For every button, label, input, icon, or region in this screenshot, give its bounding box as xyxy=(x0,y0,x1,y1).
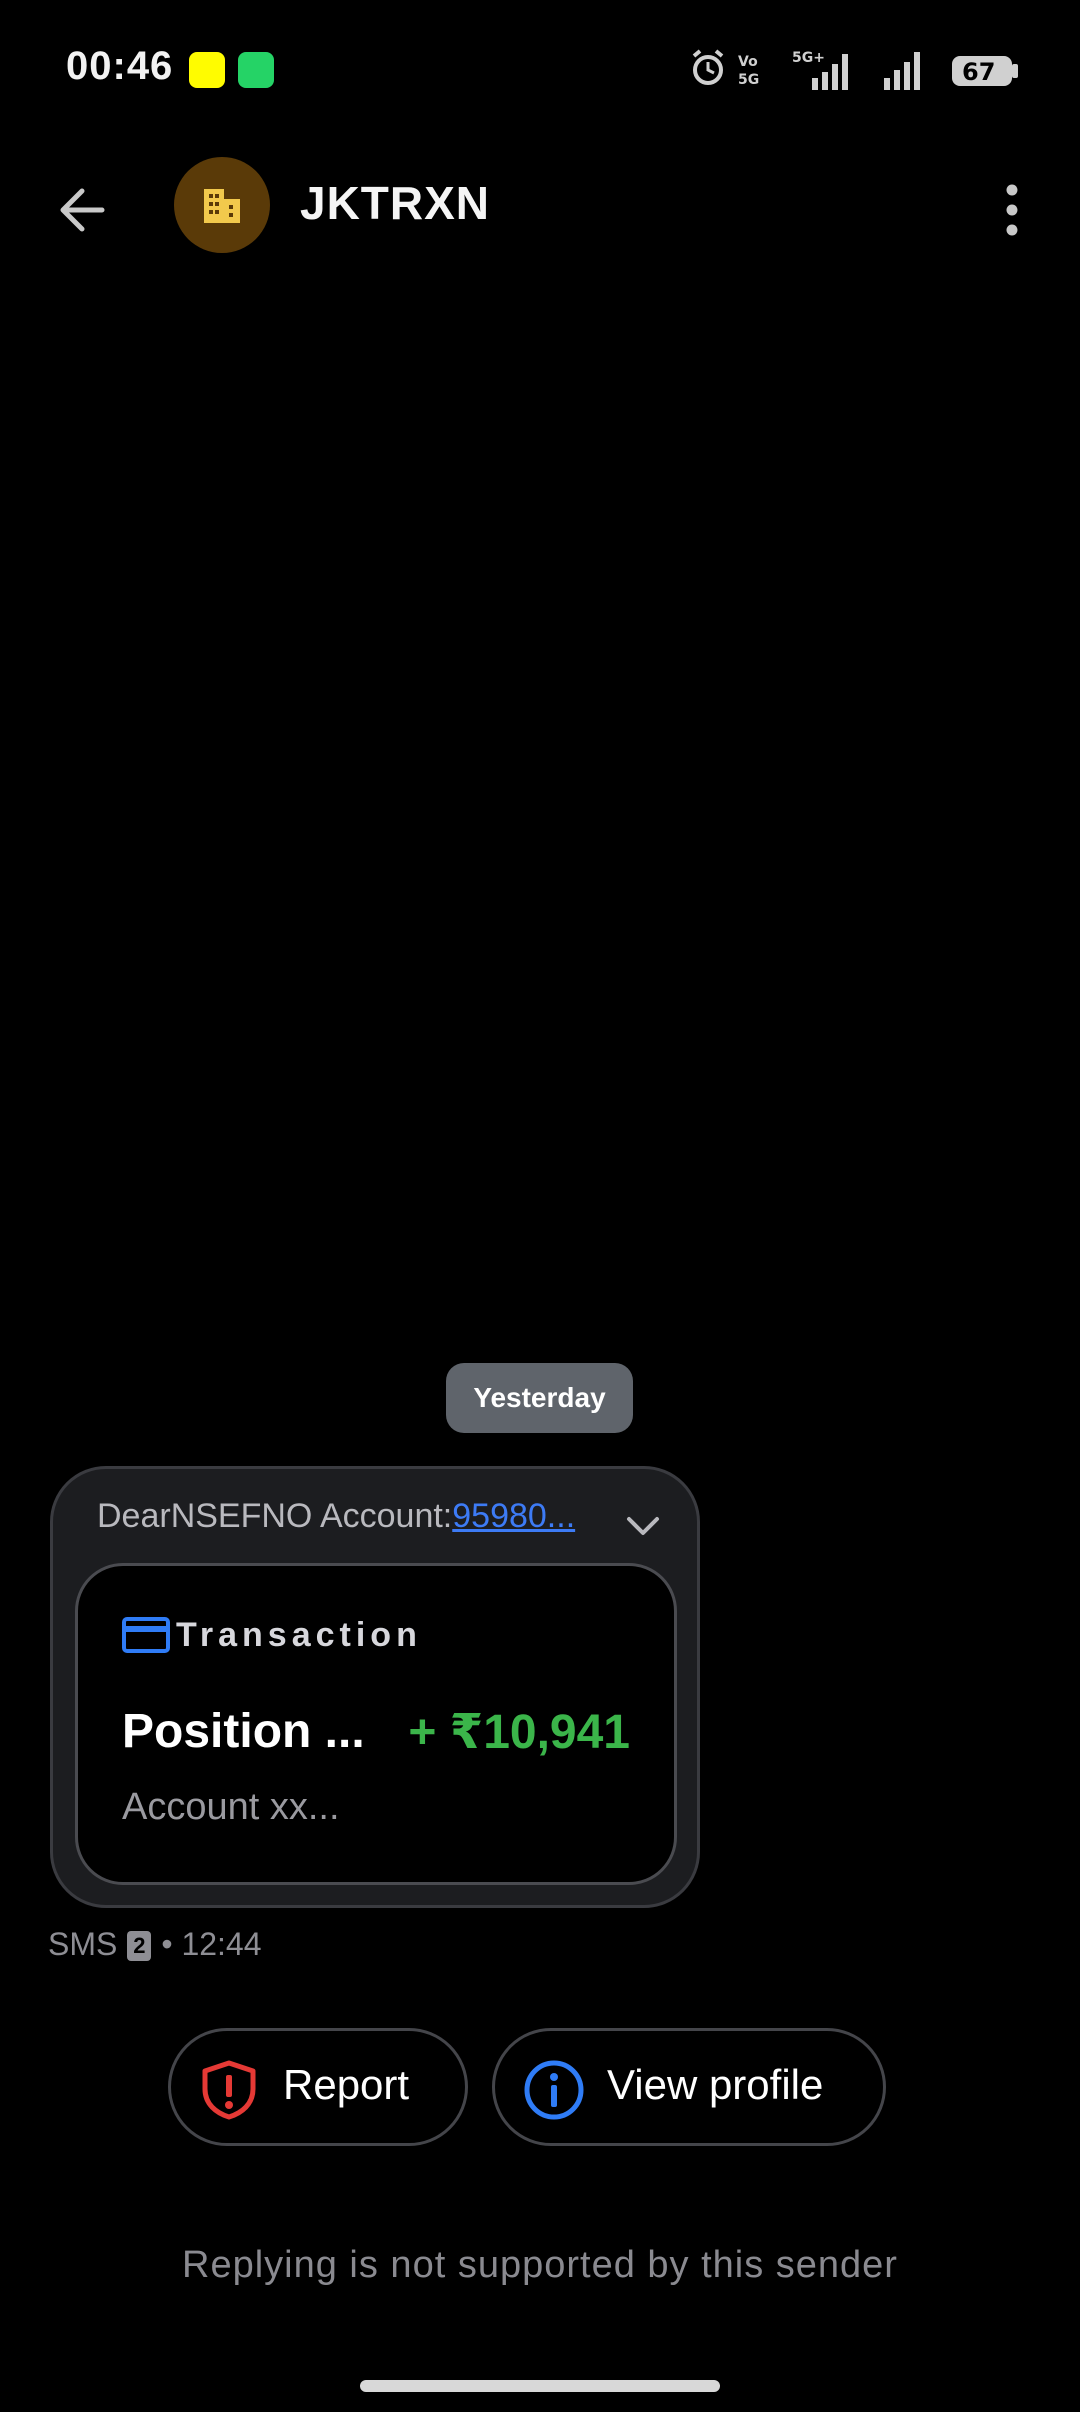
meta-separator: • xyxy=(161,1926,173,1962)
view-profile-label: View profile xyxy=(607,2061,824,2108)
message-channel: SMS xyxy=(48,1926,118,1962)
message-bubble[interactable]: DearNSEFNO Account:95980... Transaction … xyxy=(50,1466,700,1908)
sender-name[interactable]: JKTRXN xyxy=(300,176,490,230)
card-subtitle: Account xx... xyxy=(122,1786,340,1828)
alarm-icon xyxy=(692,49,724,85)
svg-text:5G+: 5G+ xyxy=(792,50,825,66)
back-button[interactable] xyxy=(50,176,118,244)
whatsapp-notification-icon xyxy=(238,52,274,88)
arrow-left-icon xyxy=(60,188,105,232)
report-label: Report xyxy=(283,2061,410,2108)
card-type-label: Transaction xyxy=(176,1616,422,1654)
date-divider: Yesterday xyxy=(446,1363,633,1433)
svg-text:67: 67 xyxy=(962,58,995,86)
transaction-amount: + ₹10,941 xyxy=(408,1706,630,1759)
sender-avatar[interactable] xyxy=(174,157,270,253)
card-title: Position ... xyxy=(122,1705,365,1758)
message-preview: DearNSEFNO Account:95980... xyxy=(97,1497,575,1536)
message-preview-text: DearNSEFNO Account: xyxy=(97,1497,453,1535)
snapchat-notification-icon xyxy=(189,52,225,88)
business-building-icon xyxy=(204,189,240,223)
conversation-header: JKTRXN xyxy=(0,140,1080,270)
home-indicator[interactable] xyxy=(360,2380,720,2392)
info-icon xyxy=(524,2060,584,2120)
sim-2-icon: 2 xyxy=(127,1931,152,1961)
report-button[interactable]: Report xyxy=(168,2028,468,2146)
chevron-down-icon[interactable] xyxy=(623,1511,663,1541)
account-number-link[interactable]: 95980... xyxy=(452,1497,575,1535)
status-time: 00:46 xyxy=(66,44,174,88)
view-profile-button[interactable]: View profile xyxy=(492,2028,886,2146)
svg-text:Vo: Vo xyxy=(738,54,758,70)
message-time: 12:44 xyxy=(181,1926,262,1962)
svg-text:5G: 5G xyxy=(738,72,759,88)
status-bar: 00:46 Vo 5G 5G+ 67 xyxy=(0,0,1080,140)
battery-icon: 67 xyxy=(952,56,1018,86)
reply-not-supported-notice: Replying is not supported by this sender xyxy=(182,2244,898,2286)
shield-alert-icon xyxy=(202,2060,256,2120)
message-meta: SMS 2 • 12:44 xyxy=(48,1926,262,1966)
signal-icon xyxy=(884,52,920,90)
more-vertical-icon xyxy=(1006,184,1018,236)
more-options-button[interactable] xyxy=(984,176,1040,244)
transaction-card[interactable]: Transaction Position ... + ₹10,941 Accou… xyxy=(75,1563,677,1885)
credit-card-icon xyxy=(122,1617,170,1653)
volte-icon: Vo 5G xyxy=(738,54,759,88)
signal-5g-icon: 5G+ xyxy=(792,50,848,90)
